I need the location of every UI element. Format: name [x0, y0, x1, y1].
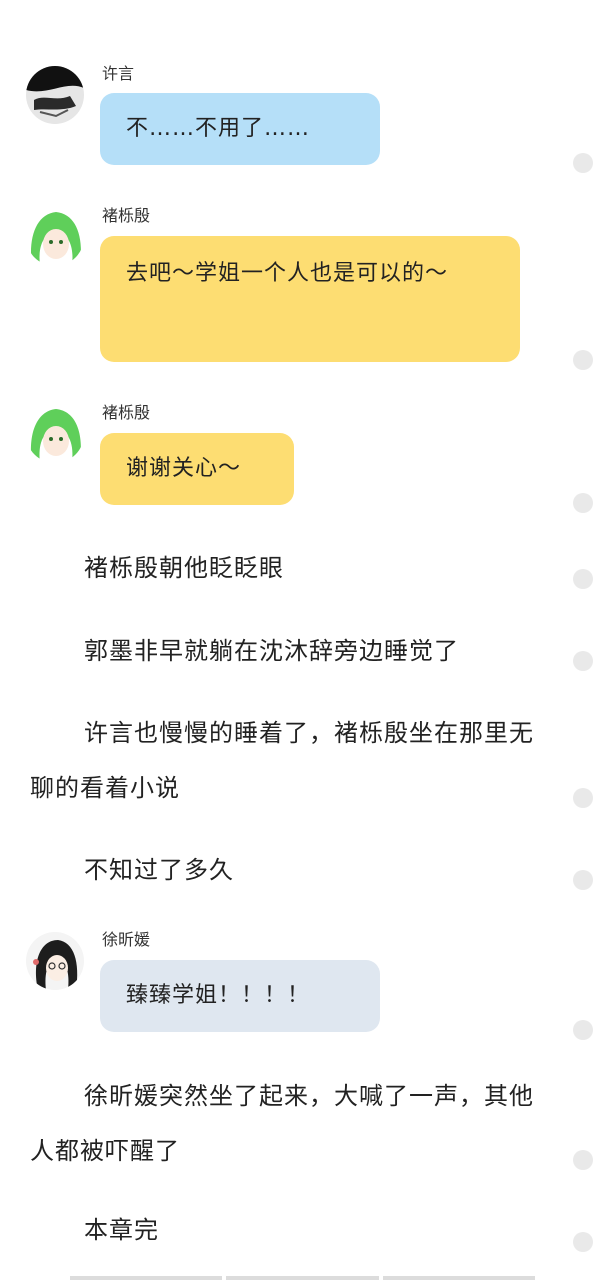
bottom-toolbar-edge	[70, 1276, 535, 1280]
toolbar-segment[interactable]	[382, 1276, 535, 1280]
toolbar-segment[interactable]	[70, 1276, 223, 1280]
story-paragraph: 徐昕媛突然坐了起来，大喊了一声，其他人都被吓醒了	[30, 1082, 534, 1165]
story-paragraph: 不知过了多久	[84, 856, 234, 884]
story-paragraph: 许言也慢慢的睡着了，褚栎殷坐在那里无聊的看着小说	[30, 719, 534, 802]
chat-bubble: 谢谢关心～	[100, 433, 294, 505]
chat-bubble: 不……不用了……	[100, 93, 380, 165]
sender-name: 许言	[102, 64, 135, 83]
paragraph-comment-icon[interactable]	[573, 350, 593, 370]
paragraph-comment-icon[interactable]	[573, 153, 593, 173]
avatar-xuxinyuan[interactable]	[26, 932, 84, 990]
story-paragraph: 郭墨非早就躺在沈沐辞旁边睡觉了	[84, 637, 459, 665]
paragraph-comment-icon[interactable]	[573, 1150, 593, 1170]
toolbar-segment[interactable]	[226, 1276, 379, 1280]
chat-bubble: 去吧～学姐一个人也是可以的～	[100, 236, 520, 362]
avatar-xuyan[interactable]	[26, 66, 84, 124]
sender-name: 徐昕媛	[102, 930, 151, 949]
sender-name: 褚栎殷	[102, 403, 151, 422]
chapter-end-label: 本章完	[84, 1216, 159, 1244]
paragraph-comment-icon[interactable]	[573, 870, 593, 890]
paragraph-comment-icon[interactable]	[573, 1232, 593, 1252]
story-paragraph: 褚栎殷朝他眨眨眼	[84, 554, 284, 582]
paragraph-comment-icon[interactable]	[573, 651, 593, 671]
black-white-portrait-icon	[26, 66, 84, 124]
green-hair-anime-portrait-icon	[26, 208, 84, 266]
sender-name: 褚栎殷	[102, 206, 151, 225]
dark-hair-glasses-portrait-icon	[26, 932, 84, 990]
paragraph-comment-icon[interactable]	[573, 1020, 593, 1040]
green-hair-anime-portrait-icon	[26, 405, 84, 463]
paragraph-comment-icon[interactable]	[573, 788, 593, 808]
paragraph-comment-icon[interactable]	[573, 493, 593, 513]
avatar-chulieyin[interactable]	[26, 208, 84, 266]
chat-bubble: 臻臻学姐！！！！	[100, 960, 380, 1032]
avatar-chulieyin[interactable]	[26, 405, 84, 463]
paragraph-comment-icon[interactable]	[573, 569, 593, 589]
